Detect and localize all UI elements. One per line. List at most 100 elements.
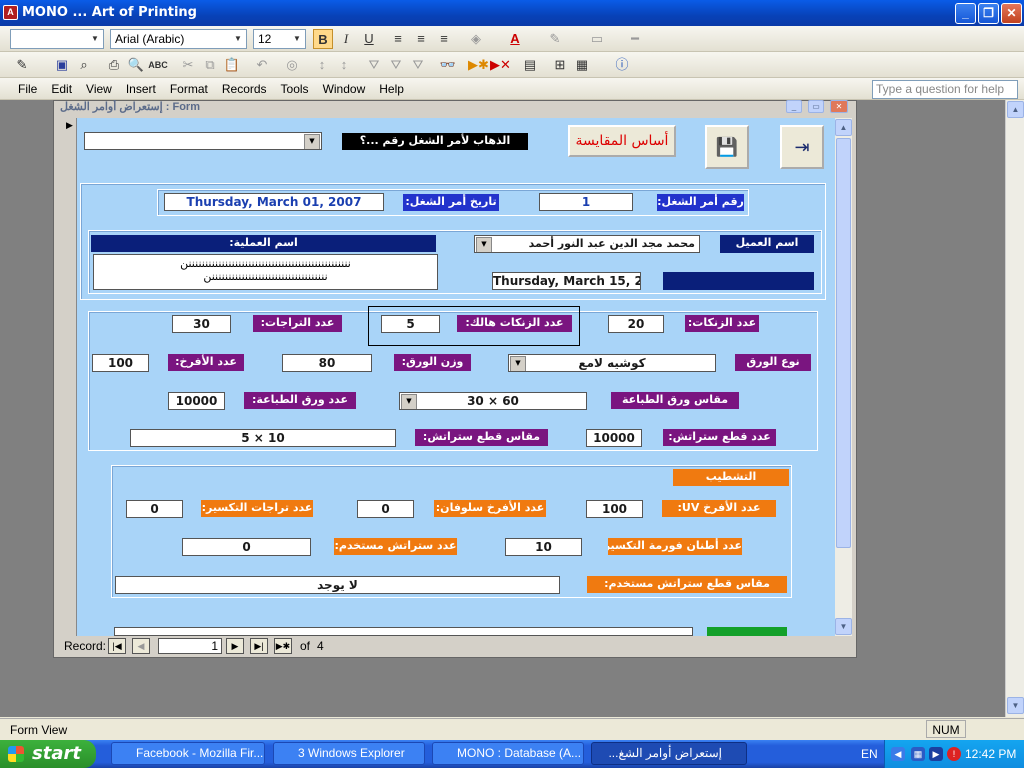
close-button[interactable]: ✕	[1001, 3, 1022, 24]
print-icon[interactable]: ⎙	[104, 55, 124, 75]
next-record-button[interactable]: ▶	[226, 638, 244, 654]
menu-tools[interactable]: Tools	[281, 82, 309, 96]
app-vertical-scrollbar[interactable]: ▲ ▼	[1005, 100, 1024, 717]
align-left-icon[interactable]: ≡	[388, 29, 408, 49]
taskbar-access-db[interactable]: MONO : Database (A...	[432, 742, 584, 765]
network-icon[interactable]: ▦	[911, 747, 925, 761]
font-color-icon[interactable]: A	[505, 29, 525, 49]
prints-field[interactable]: 30	[172, 315, 231, 333]
folding-prints-field[interactable]: 0	[126, 500, 183, 518]
media-player-icon[interactable]: ▶	[929, 747, 943, 761]
record-number-input[interactable]: 1	[158, 638, 222, 654]
menu-format[interactable]: Format	[170, 82, 208, 96]
border-icon[interactable]: ▭	[587, 29, 607, 49]
security-alert-icon[interactable]: !	[947, 747, 961, 761]
underline-button[interactable]: U	[359, 29, 379, 49]
damaged-zincs-field[interactable]: 5	[381, 315, 440, 333]
order-date-field[interactable]: Thursday, March 01, 2007	[164, 193, 384, 211]
comparison-basis-button[interactable]: أساس المقايسة	[568, 125, 676, 157]
menu-insert[interactable]: Insert	[126, 82, 156, 96]
find-icon[interactable]: 👓	[438, 55, 458, 75]
last-record-button[interactable]: ▶|	[250, 638, 268, 654]
cut-count-field[interactable]: 10000	[586, 429, 642, 447]
taskbar-firefox[interactable]: Facebook - Mozilla Fir...	[111, 742, 265, 765]
prev-record-button[interactable]: ◀	[132, 638, 150, 654]
line-color-icon[interactable]: ✎	[545, 29, 565, 49]
taskbar-explorer[interactable]: 3 Windows Explorer	[273, 742, 425, 765]
paper-type-combo[interactable]: كوشيه لامع ▼	[508, 354, 716, 372]
used-cut-size-field[interactable]: لا يوجد	[115, 576, 560, 594]
minimize-button[interactable]: _	[955, 3, 976, 24]
align-center-icon[interactable]: ≡	[411, 29, 431, 49]
new-record-icon[interactable]: ▶✱	[468, 55, 489, 75]
record-selector[interactable]: ▶	[62, 118, 77, 636]
menu-file[interactable]: File	[18, 82, 37, 96]
filter-selection-icon[interactable]: ⛛	[364, 55, 384, 75]
undo-icon[interactable]: ↶	[252, 55, 272, 75]
customer-combo[interactable]: محمد مجد الدين عبد النور أحمد ▼	[474, 235, 700, 253]
access-app-icon[interactable]: A	[3, 5, 18, 20]
object-combo[interactable]: ▼	[10, 29, 104, 49]
properties-icon[interactable]: ▤	[520, 55, 540, 75]
goto-order-combo[interactable]: ▼	[84, 132, 322, 150]
form-vertical-scrollbar[interactable]: ▲ ▼	[835, 118, 852, 636]
folding-pieces-field[interactable]: 10	[505, 538, 582, 556]
start-button[interactable]: start	[0, 740, 96, 768]
paper-weight-field[interactable]: 80	[282, 354, 372, 372]
order-number-field[interactable]: 1	[539, 193, 633, 211]
print-sheets-field[interactable]: 10000	[168, 392, 225, 410]
uv-sheets-field[interactable]: 100	[586, 500, 643, 518]
delete-record-icon[interactable]: ▶✕	[490, 55, 511, 75]
cut-size-field[interactable]: 5 × 10	[130, 429, 396, 447]
scroll-up-icon[interactable]: ▲	[1007, 101, 1024, 118]
menu-edit[interactable]: Edit	[51, 82, 72, 96]
form-scroll-thumb[interactable]	[836, 138, 851, 548]
copy-icon[interactable]: ⧉	[200, 55, 220, 75]
zincs-field[interactable]: 20	[608, 315, 664, 333]
spelling-icon[interactable]: ABC	[148, 55, 168, 75]
form-restore-button[interactable]: ▭	[808, 100, 824, 113]
form-scroll-down-icon[interactable]: ▼	[835, 618, 852, 635]
menu-window[interactable]: Window	[323, 82, 366, 96]
partial-field[interactable]	[114, 627, 693, 636]
first-record-button[interactable]: |◀	[108, 638, 126, 654]
italic-button[interactable]: I	[336, 29, 356, 49]
menu-view[interactable]: View	[86, 82, 112, 96]
help-icon[interactable]: ⓘ	[612, 55, 632, 75]
operation-name-field[interactable]: نننننننننننننننننننننننننننننننننننننننن…	[93, 254, 438, 290]
language-indicator[interactable]: EN	[861, 747, 878, 761]
sort-ascending-icon[interactable]: ↕	[312, 55, 332, 75]
back-arrow-icon[interactable]: ◀	[891, 747, 905, 761]
help-question-box[interactable]: Type a question for help	[872, 80, 1018, 99]
cellophane-field[interactable]: 0	[357, 500, 414, 518]
save-icon[interactable]: ▣	[52, 55, 72, 75]
font-combo[interactable]: Arial (Arabic) ▼	[110, 29, 247, 49]
design-view-icon[interactable]: ✎	[12, 55, 32, 75]
taskbar-form[interactable]: إستعراض أوامر الشغ...	[591, 742, 747, 765]
menu-help[interactable]: Help	[379, 82, 404, 96]
form-scroll-up-icon[interactable]: ▲	[835, 119, 852, 136]
exit-form-button[interactable]: ⇥	[780, 125, 824, 169]
filter-form-icon[interactable]: ⛛	[386, 55, 406, 75]
font-size-combo[interactable]: 12 ▼	[253, 29, 306, 49]
hyperlink-icon[interactable]: ◎	[282, 55, 302, 75]
sort-descending-icon[interactable]: ↕	[334, 55, 354, 75]
used-cuts-field[interactable]: 0	[182, 538, 311, 556]
line-width-icon[interactable]: ━	[625, 29, 645, 49]
menu-records[interactable]: Records	[222, 82, 267, 96]
restore-button[interactable]: ❐	[978, 3, 999, 24]
bold-button[interactable]: B	[313, 29, 333, 49]
delivery-date-field[interactable]: Thursday, March 15, 2007	[492, 272, 641, 290]
save-record-button[interactable]: 💾	[705, 125, 749, 169]
database-window-icon[interactable]: ⊞	[550, 55, 570, 75]
new-object-icon[interactable]: ▦	[572, 55, 592, 75]
form-close-button[interactable]: ✕	[830, 100, 848, 113]
scroll-down-icon[interactable]: ▼	[1007, 697, 1024, 714]
align-right-icon[interactable]: ≡	[434, 29, 454, 49]
paste-icon[interactable]: 📋	[222, 55, 242, 75]
sheets-field[interactable]: 100	[92, 354, 149, 372]
print-size-combo[interactable]: 60 × 30 ▼	[399, 392, 587, 410]
fill-color-icon[interactable]: ◈	[466, 29, 486, 49]
print-preview-icon[interactable]: 🔍	[126, 55, 146, 75]
file-search-icon[interactable]: ⌕	[74, 55, 94, 75]
